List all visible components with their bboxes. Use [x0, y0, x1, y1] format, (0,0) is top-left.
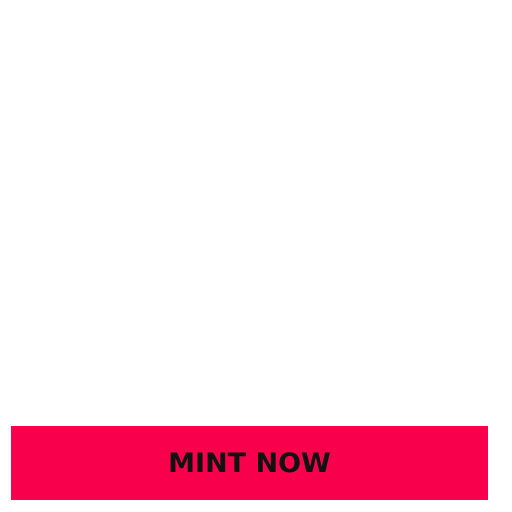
- page-canvas: MINT NOW: [0, 0, 512, 512]
- mint-now-label: MINT NOW: [168, 447, 331, 479]
- mint-now-button[interactable]: MINT NOW: [11, 426, 488, 500]
